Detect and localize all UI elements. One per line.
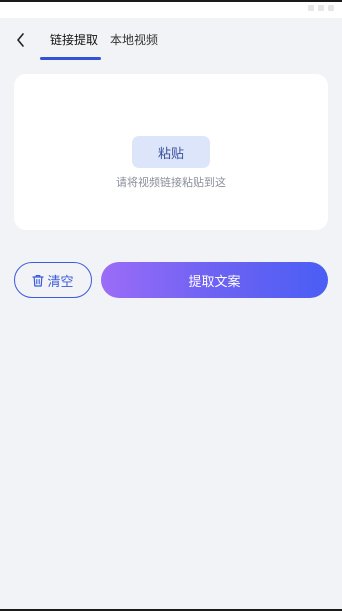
active-tab-indicator <box>40 57 101 60</box>
tab-local-video[interactable]: 本地视频 <box>110 32 158 48</box>
trash-icon <box>32 274 45 287</box>
status-bar <box>0 0 342 18</box>
paste-button[interactable]: 粘贴 <box>132 136 210 168</box>
signal-icon <box>308 5 314 11</box>
clear-button[interactable]: 清空 <box>14 262 92 298</box>
extract-text-button[interactable]: 提取文案 <box>101 262 328 298</box>
wifi-icon <box>318 5 324 11</box>
status-icons <box>308 5 334 11</box>
battery-icon <box>328 5 334 11</box>
header: 链接提取 本地视频 <box>0 18 342 62</box>
clear-label: 清空 <box>47 274 74 290</box>
paste-card: 粘贴 请将视频链接粘贴到这 <box>14 74 328 230</box>
tab-link-extract[interactable]: 链接提取 <box>50 32 98 48</box>
paste-hint: 请将视频链接粘贴到这 <box>116 176 226 189</box>
chevron-left-icon <box>17 33 24 47</box>
back-button[interactable] <box>10 29 32 51</box>
